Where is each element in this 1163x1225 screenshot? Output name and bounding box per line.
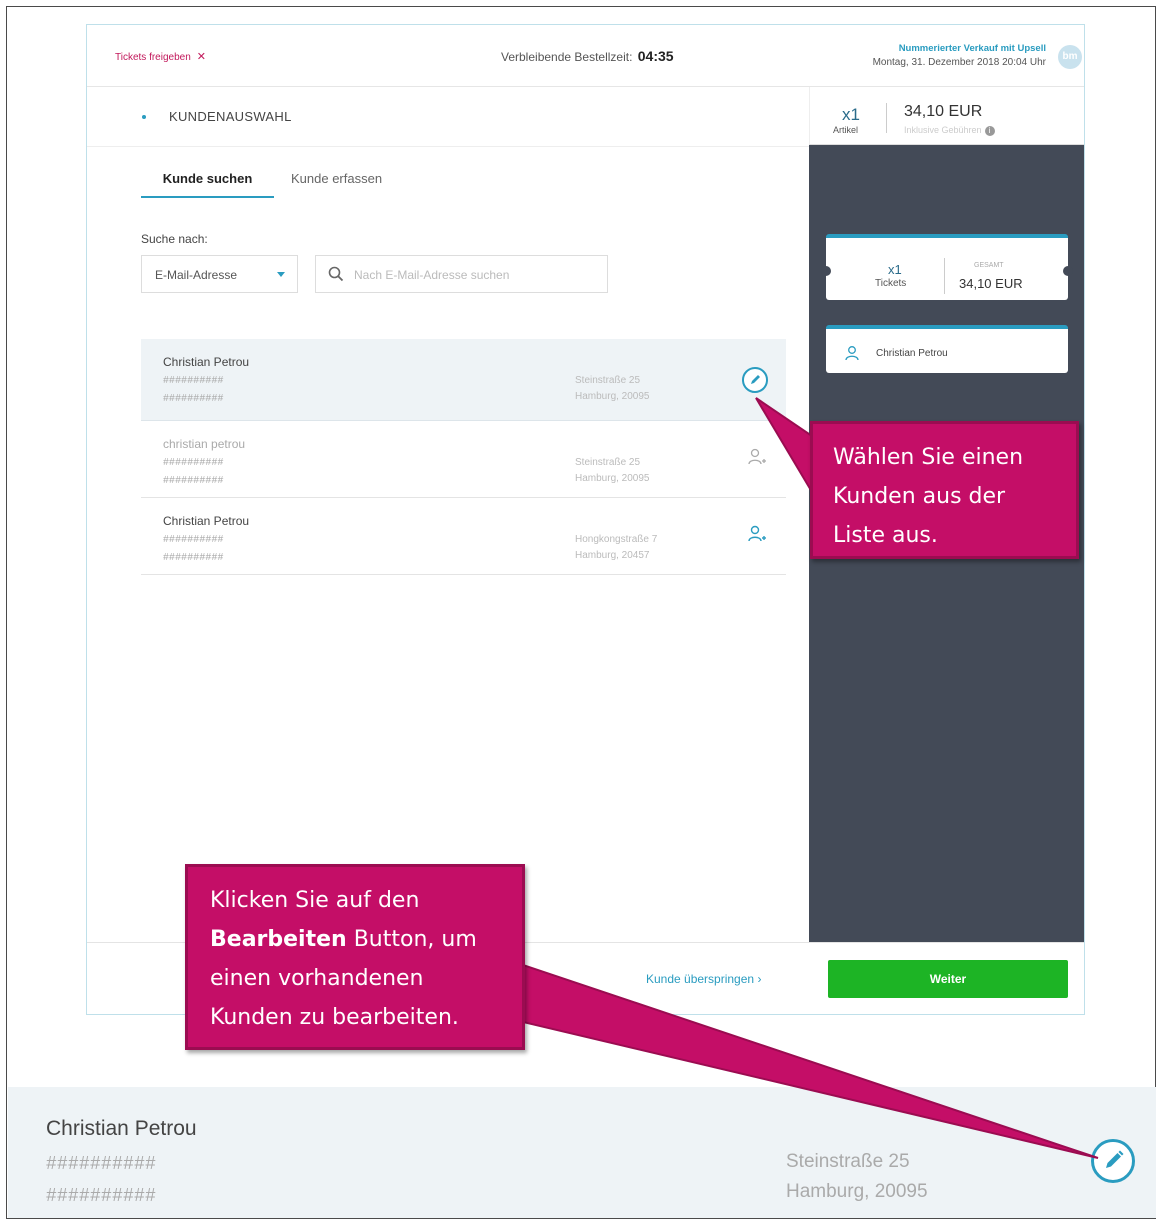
tickets-count: x1 bbox=[888, 262, 902, 277]
top-bar: Tickets freigeben ✕ Verbleibende Bestellz… bbox=[87, 25, 1084, 87]
order-timer: Verbleibende Bestellzeit: 04:35 bbox=[501, 48, 674, 64]
event-name: Nummerierter Verkauf mit Upsell bbox=[898, 43, 1046, 54]
ticket-notch bbox=[1063, 266, 1073, 276]
total-value: 34,10 EUR bbox=[959, 276, 1023, 291]
search-input[interactable]: Nach E-Mail-Adresse suchen bbox=[315, 255, 608, 293]
price-note-text: Inklusive Gebühren bbox=[904, 125, 982, 135]
chevron-down-icon bbox=[277, 272, 285, 277]
customer-name: Christian Petrou bbox=[163, 355, 250, 369]
tickets-label: Tickets bbox=[875, 278, 907, 289]
selected-customer-name: Christian Petrou bbox=[876, 348, 948, 359]
avatar[interactable]: bm bbox=[1058, 45, 1082, 69]
zoomed-customer-row: Christian Petrou ########## ########## S… bbox=[8, 1087, 1156, 1218]
customer-name: Christian Petrou bbox=[163, 514, 250, 528]
callout-select-text: Wählen Sie einen Kunden aus der Liste au… bbox=[833, 445, 1024, 548]
customer-street: Hongkongstraße 7 bbox=[575, 534, 658, 545]
zoom-edit-button[interactable] bbox=[1091, 1139, 1135, 1183]
item-count: x1 bbox=[842, 105, 860, 124]
user-icon bbox=[845, 346, 859, 361]
callout-edit-bold: Bearbeiten bbox=[210, 927, 347, 952]
zoom-street: Steinstraße 25 bbox=[786, 1151, 910, 1172]
skip-customer-label: Kunde überspringen bbox=[646, 972, 755, 986]
search-placeholder: Nach E-Mail-Adresse suchen bbox=[354, 268, 510, 282]
bullet-icon bbox=[142, 115, 146, 119]
callout-select-customer: Wählen Sie einen Kunden aus der Liste au… bbox=[810, 421, 1079, 559]
tab-search-customer[interactable]: Kunde suchen bbox=[141, 171, 274, 198]
list-item[interactable]: Christian Petrou ########## ########## S… bbox=[141, 339, 786, 421]
search-icon bbox=[328, 266, 344, 282]
timer-value: 04:35 bbox=[637, 48, 674, 64]
customer-masked-info: ########## bbox=[163, 375, 224, 386]
callout-edit-customer: Klicken Sie auf den Bearbeiten Button, u… bbox=[185, 864, 525, 1050]
customer-name: christian petrou bbox=[163, 437, 246, 451]
customer-masked-info: ########## bbox=[163, 534, 224, 545]
search-by-label: Suche nach: bbox=[141, 232, 208, 246]
price-note: Inklusive Gebühren i bbox=[904, 125, 995, 136]
zoom-city: Hamburg, 20095 bbox=[786, 1181, 928, 1202]
list-item[interactable]: Christian Petrou ########## ########## H… bbox=[141, 498, 786, 575]
customer-masked-info: ########## bbox=[163, 475, 224, 486]
tickets-card: x1 Tickets GESAMT 34,10 EUR bbox=[821, 234, 1073, 300]
customer-city: Hamburg, 20457 bbox=[575, 550, 650, 561]
pencil-icon bbox=[1106, 1150, 1124, 1168]
search-field-select[interactable]: E-Mail-Adresse bbox=[141, 255, 298, 293]
zoom-customer-name: Christian Petrou bbox=[46, 1117, 197, 1140]
pencil-icon bbox=[751, 375, 760, 384]
customer-street: Steinstraße 25 bbox=[575, 375, 641, 386]
total-price: 34,10 EUR bbox=[904, 103, 983, 120]
section-header: KUNDENAUSWAHL bbox=[87, 87, 809, 147]
customer-masked-info: ########## bbox=[163, 457, 224, 468]
customer-city: Hamburg, 20095 bbox=[575, 391, 650, 402]
release-tickets-label: Tickets freigeben bbox=[115, 52, 191, 63]
release-tickets-link[interactable]: Tickets freigeben ✕ bbox=[115, 50, 206, 63]
divider bbox=[886, 103, 887, 133]
skip-customer-link[interactable]: Kunde überspringen › bbox=[646, 972, 761, 986]
add-user-icon[interactable] bbox=[747, 447, 767, 467]
customer-street: Steinstraße 25 bbox=[575, 457, 641, 468]
item-count-label: Artikel bbox=[833, 125, 859, 135]
add-user-icon[interactable] bbox=[747, 524, 767, 544]
search-field-value: E-Mail-Adresse bbox=[155, 268, 238, 282]
list-item[interactable]: christian petrou ########## ########## S… bbox=[141, 421, 786, 498]
chevron-right-icon: › bbox=[757, 972, 762, 986]
timer-label: Verbleibende Bestellzeit: bbox=[501, 50, 633, 64]
divider bbox=[944, 258, 945, 294]
customer-list: Christian Petrou ########## ########## S… bbox=[141, 339, 786, 575]
total-label: GESAMT bbox=[974, 262, 1004, 269]
callout-edit-pre: Klicken Sie auf den bbox=[210, 888, 420, 913]
section-title: KUNDENAUSWAHL bbox=[169, 109, 292, 124]
next-button[interactable]: Weiter bbox=[828, 960, 1068, 998]
close-icon[interactable]: ✕ bbox=[197, 51, 206, 63]
zoom-masked-info: ########## bbox=[46, 1185, 157, 1205]
customer-masked-info: ########## bbox=[163, 393, 224, 404]
customer-masked-info: ########## bbox=[163, 552, 224, 563]
summary-header: x1 Artikel 34,10 EUR Inklusive Gebühren i bbox=[809, 87, 1084, 145]
tab-create-customer[interactable]: Kunde erfassen bbox=[291, 171, 382, 196]
zoom-masked-info: ########## bbox=[46, 1153, 157, 1173]
event-info: Nummerierter Verkauf mit Upsell Montag, … bbox=[873, 42, 1046, 70]
edit-customer-button[interactable] bbox=[742, 367, 768, 393]
customer-tabs: Kunde suchen Kunde erfassen bbox=[141, 171, 781, 201]
event-date: Montag, 31. Dezember 2018 20:04 Uhr bbox=[872, 57, 1046, 68]
selected-customer-card: Christian Petrou bbox=[826, 325, 1068, 373]
ticket-notch bbox=[821, 266, 831, 276]
customer-city: Hamburg, 20095 bbox=[575, 473, 650, 484]
info-icon[interactable]: i bbox=[984, 125, 995, 136]
